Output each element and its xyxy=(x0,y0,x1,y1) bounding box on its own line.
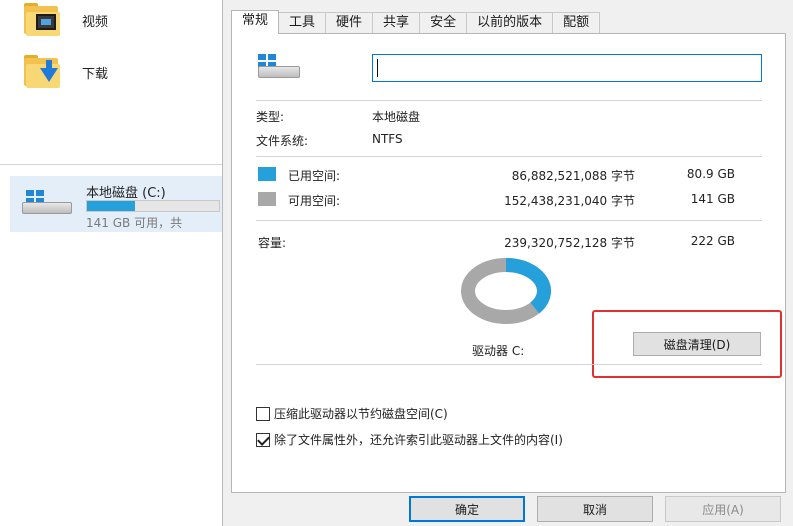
donut-used-arc xyxy=(505,258,551,314)
explorer-pane: 视频 下载 本地磁盘 (C:) 141 GB 可用，共 xyxy=(0,0,222,526)
compress-checkbox[interactable] xyxy=(256,406,270,421)
divider xyxy=(256,100,762,101)
filesystem-label: 文件系统: xyxy=(256,134,309,148)
free-space-bytes: 152,438,231,040 字节 xyxy=(504,194,635,208)
hard-drive-icon xyxy=(18,190,74,218)
capacity-label: 容量: xyxy=(258,236,287,250)
used-space-swatch xyxy=(258,167,276,181)
hard-drive-icon xyxy=(256,54,302,82)
cancel-button[interactable]: 取消 xyxy=(537,496,653,522)
index-checkbox[interactable] xyxy=(256,432,270,447)
tab-security[interactable]: 安全 xyxy=(419,12,468,34)
drive-letter-label: 驱动器 C: xyxy=(472,344,525,358)
drive-item-c[interactable]: 本地磁盘 (C:) 141 GB 可用，共 xyxy=(10,176,222,232)
drive-free-text: 141 GB 可用，共 xyxy=(86,216,183,230)
folder-item-downloads[interactable]: 下载 xyxy=(20,52,108,92)
free-space-label: 可用空间: xyxy=(288,194,341,208)
index-contents-option[interactable]: 除了文件属性外，还允许索引此驱动器上文件的内容(I) xyxy=(256,431,563,448)
tab-quota[interactable]: 配额 xyxy=(552,12,601,34)
divider xyxy=(256,364,762,365)
tab-hardware[interactable]: 硬件 xyxy=(325,12,374,34)
disk-cleanup-button[interactable]: 磁盘清理(D) xyxy=(633,332,761,356)
compress-drive-option[interactable]: 压缩此驱动器以节约磁盘空间(C) xyxy=(256,405,448,422)
download-folder-icon xyxy=(20,52,64,92)
video-folder-icon xyxy=(20,0,64,40)
divider xyxy=(0,164,222,165)
filesystem-value: NTFS xyxy=(372,132,403,146)
folder-label: 下载 xyxy=(82,66,109,82)
capacity-gb: 222 GB xyxy=(690,234,735,248)
index-label: 除了文件属性外，还允许索引此驱动器上文件的内容(I) xyxy=(274,433,563,447)
disk-usage-donut xyxy=(461,258,551,324)
ok-button[interactable]: 确定 xyxy=(409,496,525,522)
drive-usage-bar xyxy=(86,200,220,212)
used-space-label: 已用空间: xyxy=(288,169,341,183)
type-value: 本地磁盘 xyxy=(372,110,421,124)
folder-item-videos[interactable]: 视频 xyxy=(20,0,108,40)
used-space-gb: 80.9 GB xyxy=(686,167,735,181)
tab-strip: 常规 工具 硬件 共享 安全 以前的版本 配额 xyxy=(231,10,601,34)
volume-name-input[interactable] xyxy=(372,54,762,82)
folder-label: 视频 xyxy=(82,14,109,30)
free-space-gb: 141 GB xyxy=(690,192,735,206)
text-caret xyxy=(377,59,378,77)
tab-previous-versions[interactable]: 以前的版本 xyxy=(466,12,554,34)
capacity-bytes: 239,320,752,128 字节 xyxy=(504,236,635,250)
properties-dialog: 常规 工具 硬件 共享 安全 以前的版本 配额 类型: 本地磁盘 文件系统: N… xyxy=(222,0,793,526)
compress-label: 压缩此驱动器以节约磁盘空间(C) xyxy=(274,407,448,421)
type-label: 类型: xyxy=(256,110,285,124)
tab-sharing[interactable]: 共享 xyxy=(372,12,421,34)
tab-tools[interactable]: 工具 xyxy=(278,12,327,34)
drive-name: 本地磁盘 (C:) xyxy=(86,186,166,201)
apply-button[interactable]: 应用(A) xyxy=(665,496,781,522)
divider xyxy=(256,156,762,157)
free-space-swatch xyxy=(258,192,276,206)
used-space-bytes: 86,882,521,088 字节 xyxy=(511,169,635,183)
tab-general[interactable]: 常规 xyxy=(231,10,280,34)
drive-usage-fill xyxy=(87,201,135,211)
general-panel: 类型: 本地磁盘 文件系统: NTFS 已用空间: 86,882,521,088… xyxy=(231,33,786,493)
divider xyxy=(256,220,762,221)
